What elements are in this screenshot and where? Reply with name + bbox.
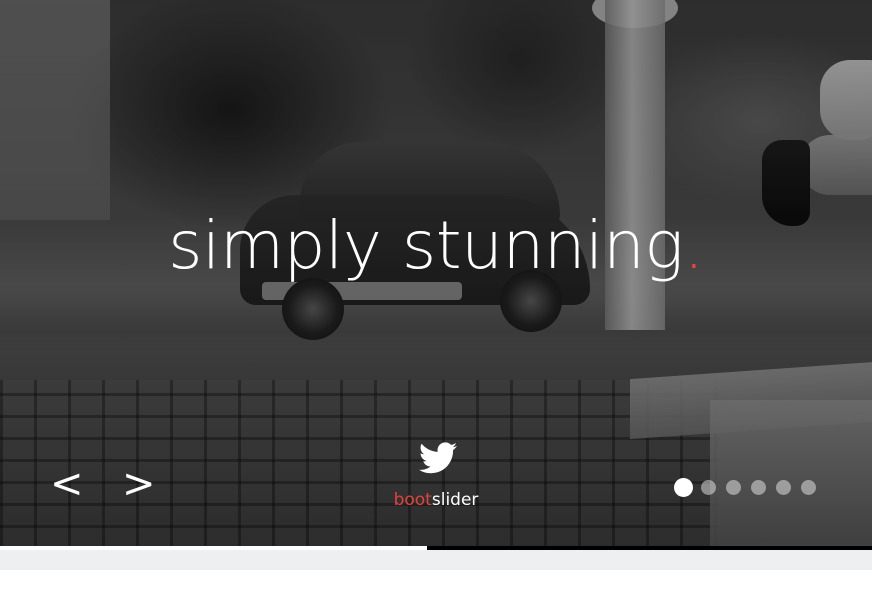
slide-headline-text: simply stunning — [168, 207, 684, 284]
pagination-dot[interactable] — [751, 480, 766, 495]
slide-pagination — [674, 478, 826, 497]
image-slider: simply stunning. < > bootslider — [0, 0, 872, 546]
brand-logo-text: slider — [431, 490, 479, 510]
pagination-dot[interactable] — [801, 480, 816, 495]
pagination-dot[interactable] — [701, 480, 716, 495]
pagination-dot[interactable] — [674, 478, 693, 497]
pagination-dot[interactable] — [726, 480, 741, 495]
slide-headline-accent-dot: . — [683, 207, 704, 284]
footer-bar — [0, 550, 872, 570]
slide-headline: simply stunning. — [0, 206, 872, 286]
twitter-icon[interactable] — [419, 441, 457, 475]
pagination-dot[interactable] — [776, 480, 791, 495]
brand-logo-accent: boot — [393, 490, 432, 510]
